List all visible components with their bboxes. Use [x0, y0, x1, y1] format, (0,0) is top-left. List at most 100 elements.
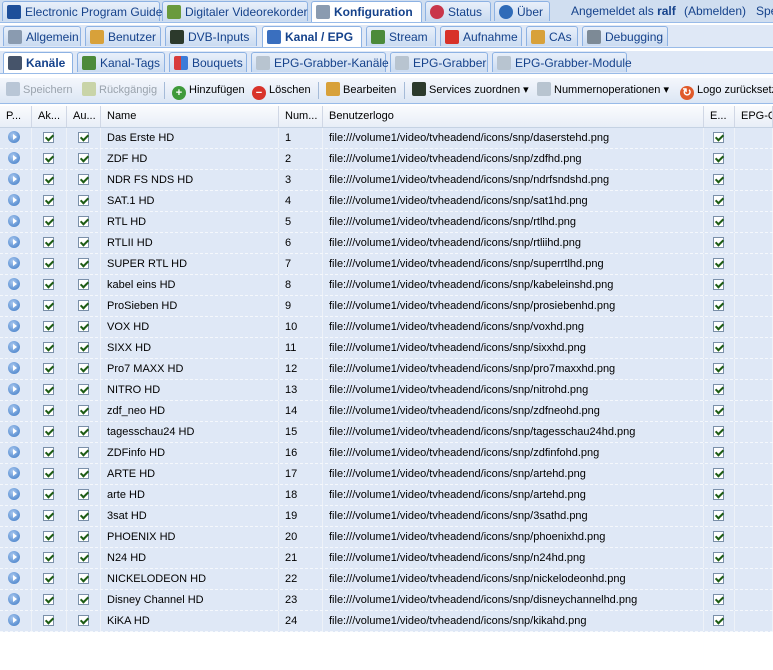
channel-number[interactable]: 11	[279, 338, 323, 358]
enabled-cell[interactable]	[32, 191, 67, 211]
channel-name[interactable]: zdf_neo HD	[101, 401, 279, 421]
epg-source-cell[interactable]	[735, 191, 773, 211]
epg-checkbox[interactable]	[713, 174, 724, 185]
auto-checkbox[interactable]	[78, 573, 89, 584]
auto-cell[interactable]	[67, 233, 101, 253]
enabled-cell[interactable]	[32, 317, 67, 337]
tab-bouquets[interactable]: Bouquets	[169, 52, 247, 72]
channel-number[interactable]: 7	[279, 254, 323, 274]
play-cell[interactable]	[0, 233, 32, 253]
map-services-button[interactable]: Services zuordnen ▾	[412, 78, 529, 103]
enabled-checkbox[interactable]	[43, 132, 54, 143]
channel-icon-path[interactable]: file:///volume1/video/tvheadend/icons/sn…	[323, 149, 704, 169]
play-icon[interactable]	[8, 425, 20, 437]
enabled-cell[interactable]	[32, 527, 67, 547]
table-row[interactable]: SUPER RTL HD 7 file:///volume1/video/tvhea…	[0, 254, 773, 275]
tab-status[interactable]: Status	[425, 1, 491, 21]
auto-cell[interactable]	[67, 338, 101, 358]
channel-icon-path[interactable]: file:///volume1/video/tvheadend/icons/sn…	[323, 191, 704, 211]
enabled-cell[interactable]	[32, 485, 67, 505]
channel-icon-path[interactable]: file:///volume1/video/tvheadend/icons/sn…	[323, 170, 704, 190]
tab-configuration[interactable]: Konfiguration	[311, 1, 422, 22]
channel-name[interactable]: kabel eins HD	[101, 275, 279, 295]
col-header-play[interactable]: P...	[0, 106, 32, 127]
table-row[interactable]: Das Erste HD 1 file:///volume1/video/tvhea…	[0, 128, 773, 149]
table-row[interactable]: arte HD 18 file:///volume1/video/tvheadend…	[0, 485, 773, 506]
enabled-checkbox[interactable]	[43, 468, 54, 479]
tab-epg-grabber[interactable]: EPG-Grabber	[390, 52, 488, 72]
epg-checkbox[interactable]	[713, 447, 724, 458]
epg-checkbox[interactable]	[713, 195, 724, 206]
epg-checkbox[interactable]	[713, 489, 724, 500]
auto-checkbox[interactable]	[78, 489, 89, 500]
channel-number[interactable]: 5	[279, 212, 323, 232]
play-icon[interactable]	[8, 320, 20, 332]
epg-cell[interactable]	[704, 149, 735, 169]
channel-icon-path[interactable]: file:///volume1/video/tvheadend/icons/sn…	[323, 317, 704, 337]
enabled-checkbox[interactable]	[43, 258, 54, 269]
epg-source-cell[interactable]	[735, 233, 773, 253]
enabled-checkbox[interactable]	[43, 615, 54, 626]
epg-source-cell[interactable]	[735, 296, 773, 316]
logout-link[interactable]: (Abmelden)	[684, 0, 746, 22]
epg-cell[interactable]	[704, 464, 735, 484]
epg-checkbox[interactable]	[713, 258, 724, 269]
save-button[interactable]: Speichern	[6, 78, 73, 103]
tab-debugging[interactable]: Debugging	[582, 26, 668, 46]
epg-source-cell[interactable]	[735, 506, 773, 526]
channel-name[interactable]: PHOENIX HD	[101, 527, 279, 547]
enabled-cell[interactable]	[32, 443, 67, 463]
auto-checkbox[interactable]	[78, 531, 89, 542]
tab-general[interactable]: Allgemein	[3, 26, 81, 46]
epg-checkbox[interactable]	[713, 300, 724, 311]
enabled-checkbox[interactable]	[43, 426, 54, 437]
epg-checkbox[interactable]	[713, 552, 724, 563]
play-cell[interactable]	[0, 443, 32, 463]
table-row[interactable]: Pro7 MAXX HD 12 file:///volume1/video/tvhe…	[0, 359, 773, 380]
play-cell[interactable]	[0, 149, 32, 169]
tab-channel-tags[interactable]: Kanal-Tags	[77, 52, 165, 72]
table-row[interactable]: tagesschau24 HD 15 file:///volume1/video/t…	[0, 422, 773, 443]
play-icon[interactable]	[8, 299, 20, 311]
tab-epg-grabber-modules[interactable]: EPG-Grabber-Module	[492, 52, 632, 72]
auto-cell[interactable]	[67, 191, 101, 211]
auto-cell[interactable]	[67, 212, 101, 232]
auto-checkbox[interactable]	[78, 468, 89, 479]
play-cell[interactable]	[0, 506, 32, 526]
enabled-cell[interactable]	[32, 359, 67, 379]
epg-source-cell[interactable]	[735, 128, 773, 148]
epg-cell[interactable]	[704, 485, 735, 505]
enabled-cell[interactable]	[32, 401, 67, 421]
enabled-checkbox[interactable]	[43, 594, 54, 605]
play-icon[interactable]	[8, 131, 20, 143]
channel-number[interactable]: 16	[279, 443, 323, 463]
auto-checkbox[interactable]	[78, 132, 89, 143]
channel-number[interactable]: 15	[279, 422, 323, 442]
tab-dvr[interactable]: Digitaler Videorekorder	[162, 1, 308, 21]
enabled-checkbox[interactable]	[43, 384, 54, 395]
channel-number[interactable]: 8	[279, 275, 323, 295]
enabled-checkbox[interactable]	[43, 342, 54, 353]
col-header-auto[interactable]: Au...	[67, 106, 101, 127]
edit-button[interactable]: Bearbeiten	[326, 78, 396, 103]
epg-source-cell[interactable]	[735, 380, 773, 400]
auto-cell[interactable]	[67, 296, 101, 316]
auto-checkbox[interactable]	[78, 552, 89, 563]
auto-checkbox[interactable]	[78, 195, 89, 206]
auto-cell[interactable]	[67, 464, 101, 484]
auto-checkbox[interactable]	[78, 321, 89, 332]
play-cell[interactable]	[0, 569, 32, 589]
channel-number[interactable]: 23	[279, 590, 323, 610]
epg-checkbox[interactable]	[713, 531, 724, 542]
epg-checkbox[interactable]	[713, 615, 724, 626]
channel-icon-path[interactable]: file:///volume1/video/tvheadend/icons/sn…	[323, 506, 704, 526]
play-icon[interactable]	[8, 194, 20, 206]
play-cell[interactable]	[0, 296, 32, 316]
enabled-checkbox[interactable]	[43, 300, 54, 311]
auto-cell[interactable]	[67, 317, 101, 337]
tab-users[interactable]: Benutzer	[85, 26, 161, 46]
play-icon[interactable]	[8, 614, 20, 626]
enabled-checkbox[interactable]	[43, 573, 54, 584]
play-icon[interactable]	[8, 446, 20, 458]
table-row[interactable]: 3sat HD 19 file:///volume1/video/tvheadend…	[0, 506, 773, 527]
